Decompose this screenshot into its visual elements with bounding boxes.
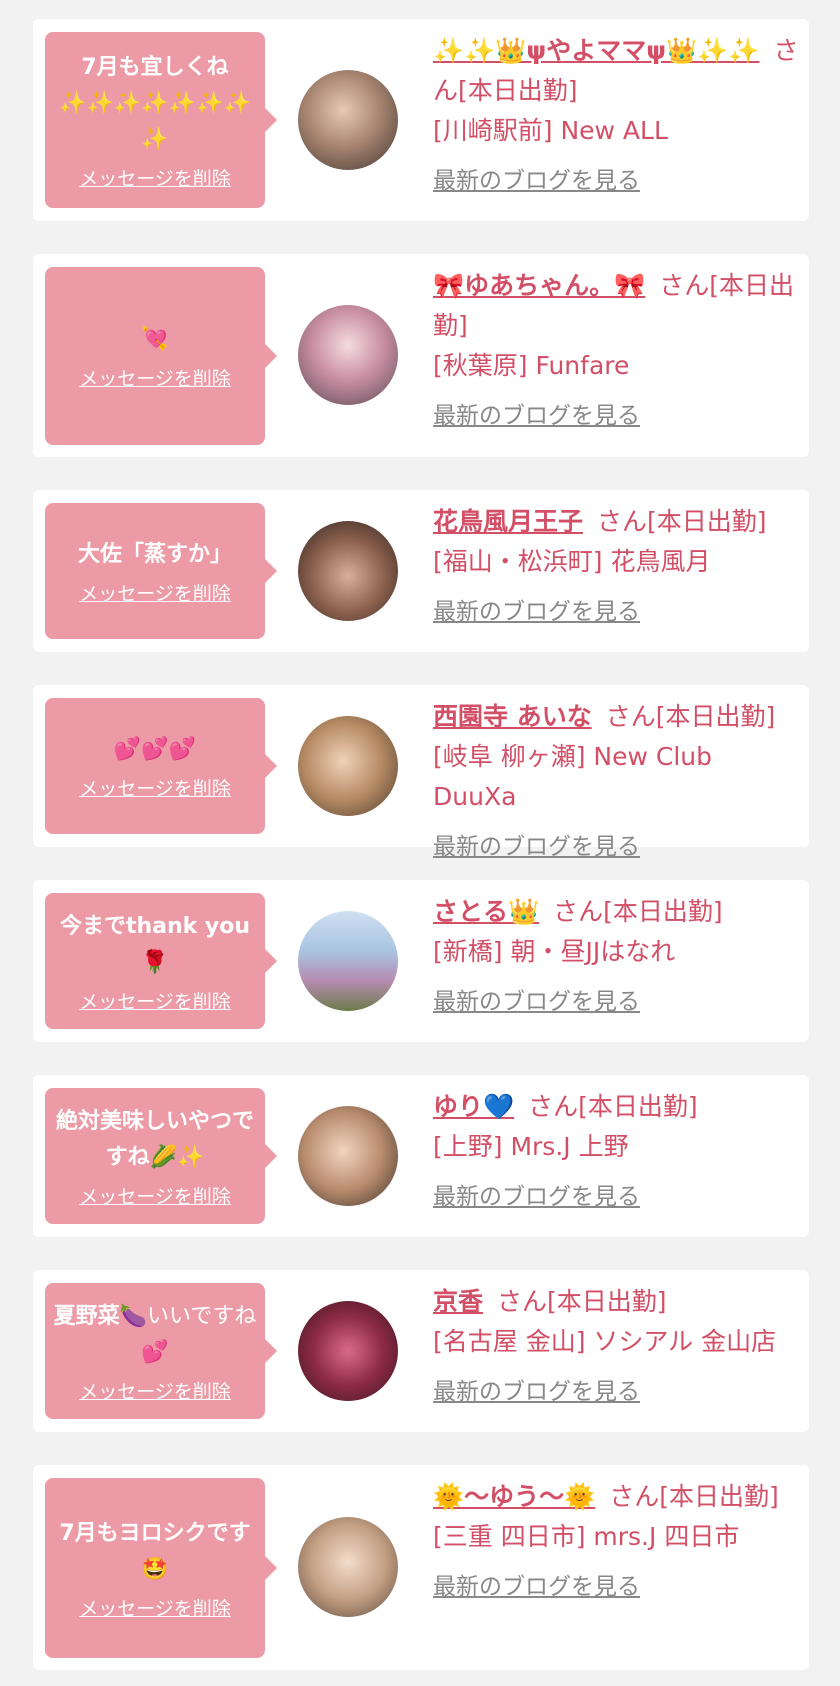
avatar[interactable] [298,305,398,405]
user-status: さん[本日出勤] [609,1482,779,1511]
shop-info: [名古屋 金山] ソシアル 金山店 [433,1327,777,1356]
avatar[interactable] [298,911,398,1011]
message-bubble: 💕💕💕 メッセージを削除 [45,698,277,834]
list-item: 今までthank you 🌹 メッセージを削除 さとる👑 さん[本日出勤] [新橋… [33,880,809,1042]
user-name-link[interactable]: ゆり💙 [433,1092,514,1121]
latest-blog-link[interactable]: 最新のブログを見る [433,592,640,626]
shop-info: [福山・松浜町] 花鳥風月 [433,547,711,576]
message-text: 絶対美味しいやつですね🌽✨ [55,1108,254,1170]
shop-info: [三重 四日市] mrs.J 四日市 [433,1522,740,1551]
shop-info: [秋葉原] Funfare [433,351,630,380]
list-item: 大佐「蒸すか」 メッセージを削除 花鳥風月王子 さん[本日出勤] [福山・松浜町]… [33,490,809,652]
message-bubble: 夏野菜🍆いいですね💕 メッセージを削除 [45,1283,277,1419]
list-item: 💘 メッセージを削除 🎀ゆあちゃん。🎀 さん[本日出勤] [秋葉原] Funfar… [33,254,809,457]
list-item: 夏野菜🍆いいですね💕 メッセージを削除 京香 さん[本日出勤] [名古屋 金山] … [33,1270,809,1432]
user-status: さん[本日出勤] [605,702,776,731]
message-text: 7月もヨロシクです🤩 [59,1520,251,1582]
message-bubble: 7月もヨロシクです🤩 メッセージを削除 [45,1478,277,1658]
delete-message-link[interactable]: メッセージを削除 [79,579,231,606]
user-name-link[interactable]: 🎀ゆあちゃん。🎀 [433,271,645,300]
message-bubble: 絶対美味しいやつですね🌽✨ メッセージを削除 [45,1088,277,1224]
latest-blog-link[interactable]: 最新のブログを見る [433,1372,640,1406]
avatar[interactable] [298,70,398,170]
message-list: 7月も宜しくね ✨✨✨✨✨✨✨✨ メッセージを削除 ✨✨👑ψやよママψ👑✨✨ さん… [0,0,840,1686]
message-text: 大佐「蒸すか」 [77,541,232,567]
message-bubble: 7月も宜しくね ✨✨✨✨✨✨✨✨ メッセージを削除 [45,32,277,208]
avatar[interactable] [298,716,398,816]
avatar[interactable] [298,521,398,621]
list-item: 7月も宜しくね ✨✨✨✨✨✨✨✨ メッセージを削除 ✨✨👑ψやよママψ👑✨✨ さん… [33,19,809,221]
message-bubble: 大佐「蒸すか」 メッセージを削除 [45,503,277,639]
latest-blog-link[interactable]: 最新のブログを見る [433,396,640,430]
delete-message-link[interactable]: メッセージを削除 [79,364,231,391]
user-name-link[interactable]: さとる👑 [433,897,539,926]
latest-blog-link[interactable]: 最新のブログを見る [433,1177,640,1211]
user-name-link[interactable]: 🌞〜ゆう〜🌞 [433,1482,595,1511]
delete-message-link[interactable]: メッセージを削除 [79,1377,231,1404]
message-bubble: 今までthank you 🌹 メッセージを削除 [45,893,277,1029]
message-bubble: 💘 メッセージを削除 [45,267,277,445]
delete-message-link[interactable]: メッセージを削除 [79,774,231,801]
user-status: さん[本日出勤] [597,507,767,536]
latest-blog-link[interactable]: 最新のブログを見る [433,161,640,195]
shop-info: [川崎駅前] New ALL [433,116,668,145]
latest-blog-link[interactable]: 最新のブログを見る [433,1567,640,1601]
user-status: さん[本日出勤] [497,1287,667,1316]
user-name-link[interactable]: ✨✨👑ψやよママψ👑✨✨ [433,36,759,65]
message-text: 💕💕💕 [113,736,197,762]
message-text: 夏野菜🍆いいですね💕 [53,1303,257,1365]
list-item: 💕💕💕 メッセージを削除 西園寺 あいな さん[本日出勤] [岐阜 柳ヶ瀬] Ne… [33,685,809,860]
user-status: さん[本日出勤] [553,897,723,926]
message-text: 7月も宜しくね ✨✨✨✨✨✨✨✨ [59,54,251,152]
shop-info: [岐阜 柳ヶ瀬] New Club DuuXa [433,742,712,811]
message-text: 今までthank you 🌹 [59,913,251,975]
message-text: 💘 [141,326,169,352]
delete-message-link[interactable]: メッセージを削除 [79,1182,231,1209]
shop-info: [新橋] 朝・昼JJはなれ [433,937,676,966]
delete-message-link[interactable]: メッセージを削除 [79,164,231,191]
shop-info: [上野] Mrs.J 上野 [433,1132,629,1161]
list-item: 7月もヨロシクです🤩 メッセージを削除 🌞〜ゆう〜🌞 さん[本日出勤] [三重 四… [33,1465,809,1670]
list-item: 絶対美味しいやつですね🌽✨ メッセージを削除 ゆり💙 さん[本日出勤] [上野] … [33,1075,809,1237]
avatar[interactable] [298,1106,398,1206]
user-name-link[interactable]: 花鳥風月王子 [433,507,583,536]
avatar[interactable] [298,1301,398,1401]
avatar[interactable] [298,1517,398,1617]
user-name-link[interactable]: 京香 [433,1287,483,1316]
latest-blog-link[interactable]: 最新のブログを見る [433,982,640,1016]
latest-blog-link[interactable]: 最新のブログを見る [433,827,640,861]
user-status: さん[本日出勤] [528,1092,698,1121]
delete-message-link[interactable]: メッセージを削除 [79,987,231,1014]
delete-message-link[interactable]: メッセージを削除 [79,1594,231,1621]
user-name-link[interactable]: 西園寺 あいな [433,702,592,731]
